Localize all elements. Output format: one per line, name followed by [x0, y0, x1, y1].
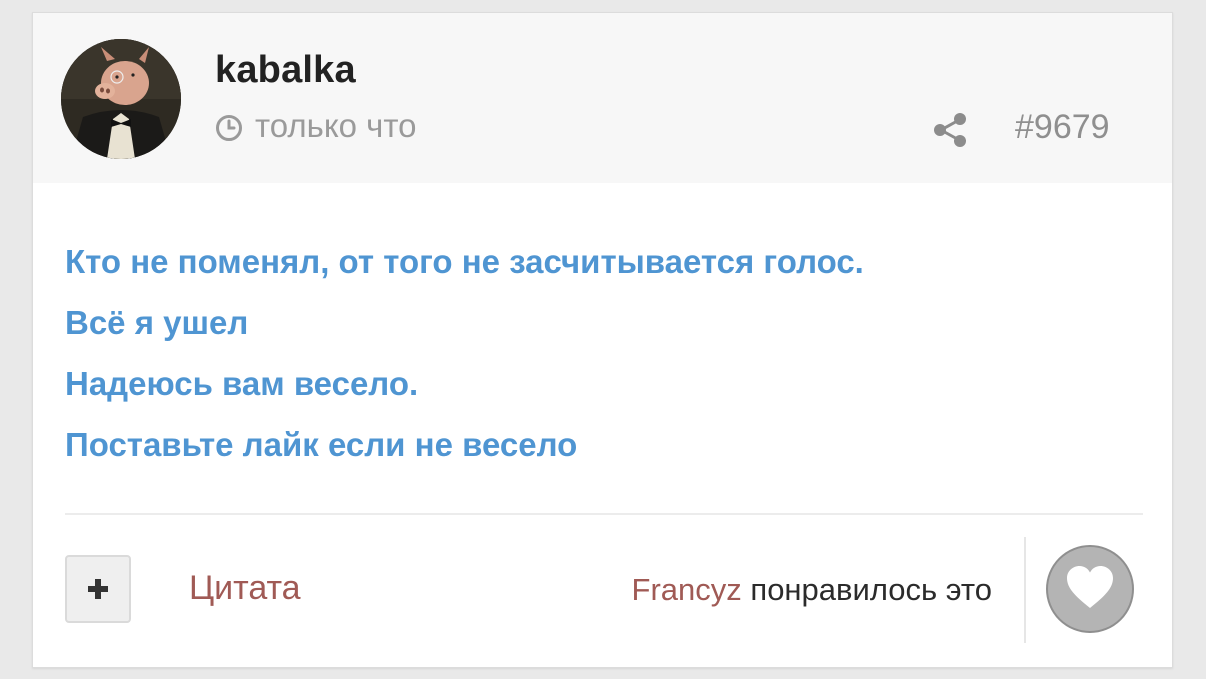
- post-header: kabalka только что #9679: [33, 13, 1172, 183]
- plus-icon: [86, 577, 110, 601]
- post-text-line: Кто не поменял, от того не засчитывается…: [65, 243, 864, 280]
- post-number-link[interactable]: #9679: [1015, 108, 1110, 147]
- reaction-divider: [1024, 537, 1026, 643]
- share-icon[interactable]: [931, 111, 969, 149]
- post-time-label: только что: [255, 107, 417, 144]
- post-text-line: Поставьте лайк если не весело: [65, 426, 578, 463]
- clock-icon: [215, 112, 243, 141]
- post-time: только что: [215, 107, 416, 145]
- post-body: Кто не поменял, от того не засчитывается…: [65, 231, 1135, 475]
- like-button[interactable]: [1046, 545, 1134, 633]
- multiquote-button[interactable]: [65, 555, 131, 623]
- liked-by-user-link[interactable]: Francyz: [632, 572, 742, 607]
- heart-icon: [1065, 564, 1115, 615]
- post-text-line: Надеюсь вам весело.: [65, 365, 419, 402]
- avatar[interactable]: [61, 39, 181, 159]
- footer-divider: [65, 513, 1143, 515]
- forum-post: kabalka только что #9679 Кто не поменял,…: [32, 12, 1173, 668]
- liked-suffix: понравилось это: [750, 572, 992, 607]
- likes-summary: Francyz понравилось это: [632, 572, 992, 608]
- post-text-line: Всё я ушел: [65, 304, 249, 341]
- quote-link[interactable]: Цитата: [189, 569, 301, 608]
- author-name[interactable]: kabalka: [215, 49, 356, 92]
